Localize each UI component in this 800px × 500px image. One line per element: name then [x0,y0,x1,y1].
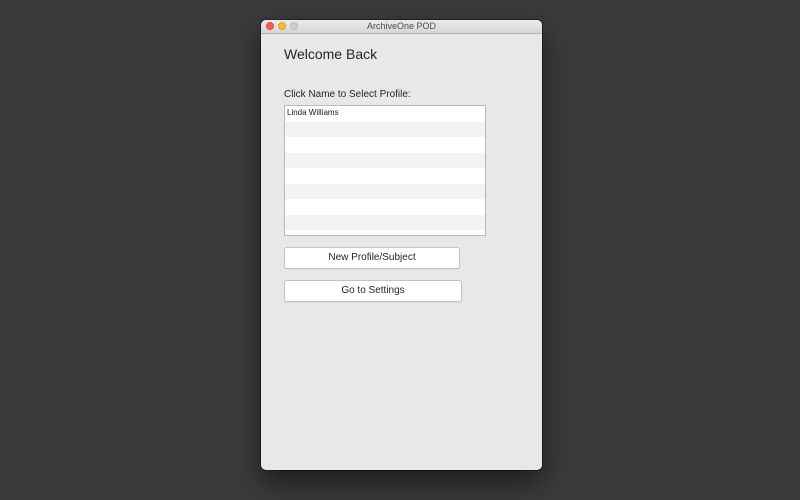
list-item[interactable] [285,230,485,235]
list-item[interactable] [285,121,485,137]
settings-button[interactable]: Go to Settings [284,280,462,302]
app-window: ArchiveOne POD Welcome Back Click Name t… [261,20,542,470]
list-item[interactable] [285,183,485,199]
window-title: ArchiveOne POD [366,21,437,31]
list-item[interactable] [285,214,485,230]
list-item[interactable] [285,199,485,215]
new-profile-button[interactable]: New Profile/Subject [284,247,460,269]
list-item[interactable] [285,168,485,184]
page-title: Welcome Back [284,46,378,62]
list-item[interactable]: Linda Williams [285,106,485,122]
title-bar[interactable]: ArchiveOne POD [261,20,542,34]
list-item[interactable] [285,152,485,168]
list-item[interactable] [285,137,485,153]
profile-list-label: Click Name to Select Profile: [284,89,411,100]
profile-list[interactable]: Linda Williams [284,105,486,236]
